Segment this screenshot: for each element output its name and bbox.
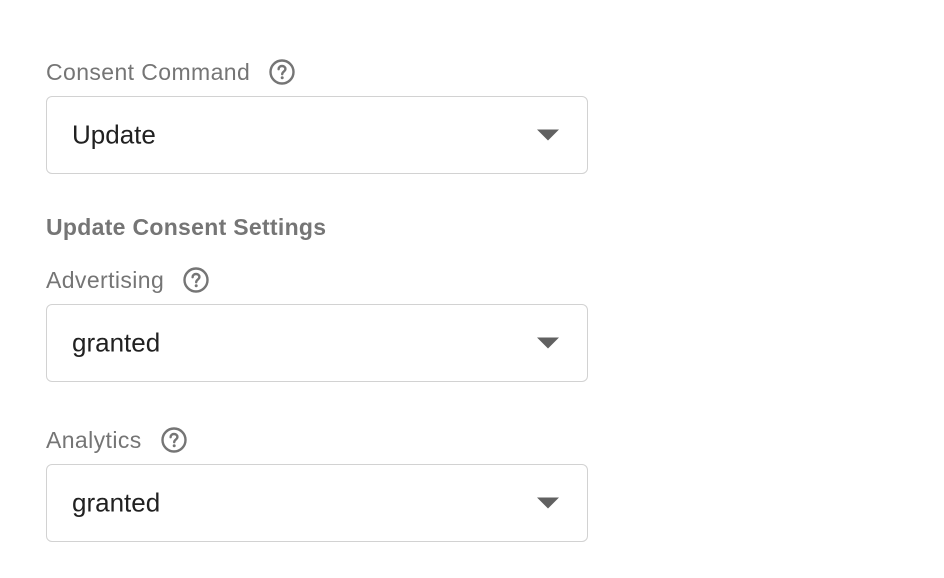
advertising-label: Advertising [46,266,165,293]
analytics-label: Analytics [46,426,142,453]
analytics-select[interactable]: granted [46,464,588,542]
advertising-select[interactable]: granted [46,304,588,382]
update-consent-settings-heading: Update Consent Settings [46,214,327,240]
dropdown-arrow-icon [537,337,559,349]
advertising-label-row: Advertising [46,264,210,296]
consent-command-select[interactable]: Update [46,96,588,174]
help-circle-icon[interactable] [268,58,296,86]
consent-command-label: Consent Command [46,58,251,85]
consent-command-label-row: Consent Command [46,56,296,88]
dropdown-arrow-icon [537,497,559,509]
help-circle-icon[interactable] [160,426,188,454]
consent-settings-form: Consent Command Update Update Consent Se… [0,0,944,578]
advertising-value: granted [72,327,161,358]
dropdown-arrow-icon [537,129,559,141]
consent-command-value: Update [72,119,156,150]
analytics-label-row: Analytics [46,424,188,456]
analytics-value: granted [72,487,161,518]
help-circle-icon[interactable] [182,266,210,294]
